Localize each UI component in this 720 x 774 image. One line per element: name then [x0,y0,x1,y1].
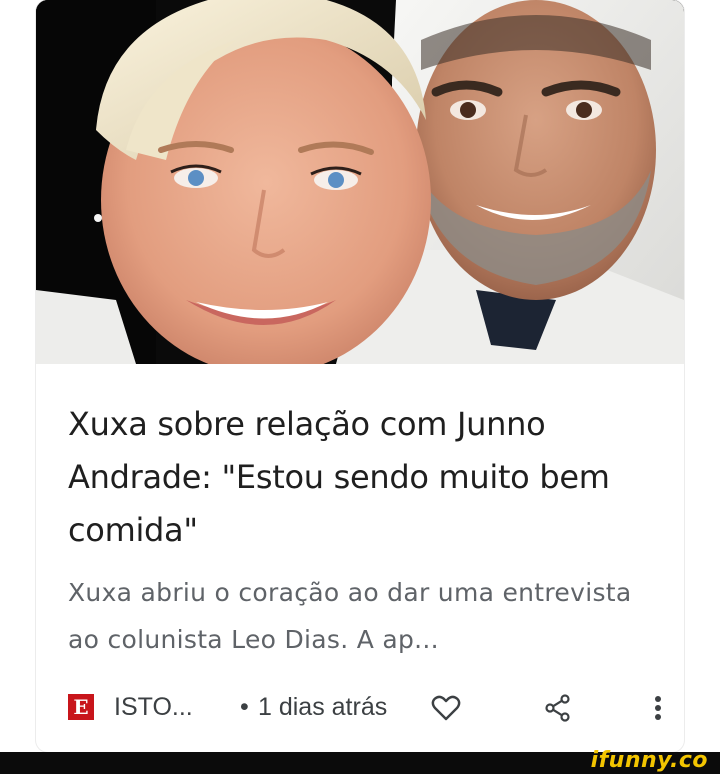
share-button[interactable] [538,688,578,728]
card-footer: E ISTO... • 1 dias atrás [68,688,664,728]
like-button[interactable] [426,688,466,728]
article-title[interactable]: Xuxa sobre relação com Junno Andrade: "E… [68,398,658,557]
watermark-bar: ifunny.co [0,748,720,774]
article-snippet: Xuxa abriu o coração ao dar uma entrevis… [68,578,632,654]
article-photo[interactable] [36,0,684,364]
more-options-button[interactable] [638,688,678,728]
publish-time: 1 dias atrás [258,693,388,721]
source-logo-icon: E [68,694,94,720]
share-icon [545,694,570,722]
couple-photo-image [36,0,684,364]
ifunny-watermark: ifunny.co [590,748,708,773]
more-vertical-icon [655,696,661,720]
heart-outline-icon [431,695,461,721]
news-card[interactable]: Xuxa sobre relação com Junno Andrade: "E… [36,0,684,752]
separator-dot: • [240,693,249,721]
source-name[interactable]: ISTO... [114,693,193,722]
